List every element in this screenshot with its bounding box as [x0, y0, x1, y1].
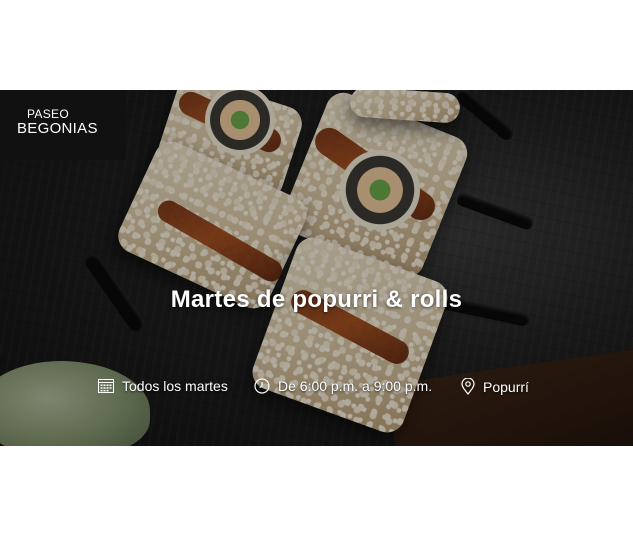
event-when: Todos los martes: [98, 378, 228, 394]
event-when-text: Todos los martes: [122, 378, 228, 394]
event-title: Martes de popurri & rolls: [170, 286, 463, 313]
logo-line-1: PASEO: [27, 107, 69, 121]
event-place: Popurrí: [461, 378, 529, 395]
paseo-begonias-logo[interactable]: PASEO BEGONIAS: [0, 90, 126, 160]
event-time: De 6:00 p.m. a 9:00 p.m.: [254, 378, 432, 394]
event-place-text: Popurrí: [483, 378, 529, 395]
event-meta: Todos los martes De 6:00 p.m. a 9:00 p.m…: [0, 378, 633, 398]
event-time-text: De 6:00 p.m. a 9:00 p.m.: [278, 378, 433, 394]
clock-icon: [254, 378, 270, 394]
logo-line-2: BEGONIAS: [17, 120, 98, 137]
event-banner: PASEO BEGONIAS Martes de popurri & rolls…: [0, 90, 633, 446]
location-pin-icon: [461, 378, 475, 395]
calendar-icon: [98, 379, 114, 393]
